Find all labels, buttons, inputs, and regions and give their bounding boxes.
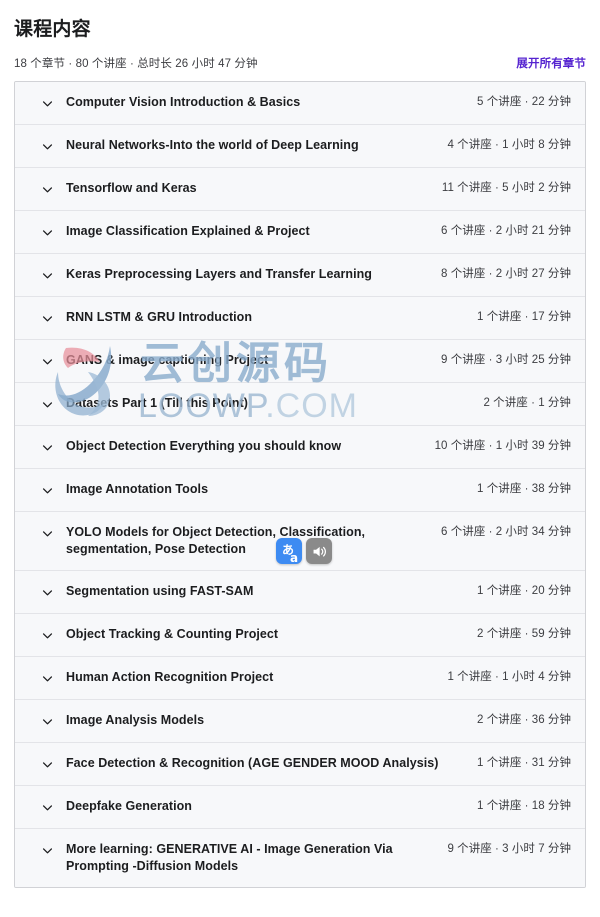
section-stats: 4 个讲座 · 1 小时 8 分钟 — [447, 139, 571, 151]
chevron-down-icon — [41, 138, 54, 154]
section-row[interactable]: Neural Networks-Into the world of Deep L… — [15, 125, 585, 168]
section-row[interactable]: Keras Preprocessing Layers and Transfer … — [15, 254, 585, 297]
section-title: Keras Preprocessing Layers and Transfer … — [66, 267, 372, 281]
section-title: Image Classification Explained & Project — [66, 224, 310, 238]
section-stats: 9 个讲座 · 3 小时 25 分钟 — [441, 354, 571, 366]
section-stats: 1 个讲座 · 17 分钟 — [477, 311, 571, 323]
section-stats: 9 个讲座 · 3 小时 7 分钟 — [447, 843, 571, 855]
chevron-down-icon — [41, 627, 54, 643]
chevron-down-icon — [41, 756, 54, 772]
section-title: More learning: GENERATIVE AI - Image Gen… — [66, 842, 393, 873]
section-stats: 6 个讲座 · 2 小时 21 分钟 — [441, 225, 571, 237]
section-stats: 2 个讲座 · 36 分钟 — [477, 714, 571, 726]
section-row[interactable]: Image Analysis Models 2 个讲座 · 36 分钟 — [15, 700, 585, 743]
section-title: Human Action Recognition Project — [66, 670, 274, 684]
chevron-down-icon — [41, 799, 54, 815]
chevron-down-icon — [41, 439, 54, 455]
section-row[interactable]: Segmentation using FAST-SAM 1 个讲座 · 20 分钟 — [15, 571, 585, 614]
section-stats: 2 个讲座 · 59 分钟 — [477, 628, 571, 640]
chevron-down-icon — [41, 181, 54, 197]
chevron-down-icon — [41, 95, 54, 111]
section-title: Deepfake Generation — [66, 799, 192, 813]
section-title: YOLO Models for Object Detection, Classi… — [66, 525, 366, 556]
chevron-down-icon — [41, 224, 54, 240]
section-row[interactable]: Computer Vision Introduction & Basics 5 个… — [15, 82, 585, 125]
chevron-down-icon — [41, 482, 54, 498]
section-title: Object Tracking & Counting Project — [66, 627, 279, 641]
chevron-down-icon — [41, 584, 54, 600]
section-stats: 1 个讲座 · 18 分钟 — [477, 800, 571, 812]
translate-icon-latin-glyph: a — [290, 551, 298, 565]
section-title: Datasets Part 1 (Till this Point) — [66, 396, 249, 410]
section-row[interactable]: Tensorflow and Keras 11 个讲座 · 5 小时 2 分钟 — [15, 168, 585, 211]
course-summary: 18 个章节 · 80 个讲座 · 总时长 26 小时 47 分钟 — [14, 58, 258, 70]
section-row[interactable]: GANS & image captioning Project 9 个讲座 · 3… — [15, 340, 585, 383]
section-title: Tensorflow and Keras — [66, 181, 197, 195]
chevron-down-icon — [41, 842, 54, 858]
section-row[interactable]: Image Annotation Tools 1 个讲座 · 38 分钟 — [15, 469, 585, 512]
section-row[interactable]: Datasets Part 1 (Till this Point) 2 个讲座 ·… — [15, 383, 585, 426]
section-title: Segmentation using FAST-SAM — [66, 584, 254, 598]
section-row[interactable]: Object Tracking & Counting Project 2 个讲座 … — [15, 614, 585, 657]
section-stats: 1 个讲座 · 20 分钟 — [477, 585, 571, 597]
floating-tool-buttons: あ a — [276, 538, 332, 565]
course-meta-row: 18 个章节 · 80 个讲座 · 总时长 26 小时 47 分钟 展开所有章节 — [14, 55, 586, 71]
section-stats: 1 个讲座 · 1 小时 4 分钟 — [447, 671, 571, 683]
section-row[interactable]: Deepfake Generation 1 个讲座 · 18 分钟 — [15, 786, 585, 829]
chevron-down-icon — [41, 670, 54, 686]
section-row[interactable]: More learning: GENERATIVE AI - Image Gen… — [15, 829, 585, 887]
sections-list: Computer Vision Introduction & Basics 5 个… — [14, 81, 586, 888]
section-title: Image Annotation Tools — [66, 482, 209, 496]
section-stats: 11 个讲座 · 5 小时 2 分钟 — [441, 182, 571, 194]
section-title: Object Detection Everything you should k… — [66, 439, 342, 453]
chevron-down-icon — [41, 310, 54, 326]
section-row[interactable]: Image Classification Explained & Project… — [15, 211, 585, 254]
chevron-down-icon — [41, 713, 54, 729]
chevron-down-icon — [41, 525, 54, 541]
section-title: Face Detection & Recognition (AGE GENDER… — [66, 756, 439, 770]
section-title: GANS & image captioning Project — [66, 353, 269, 367]
header: 课程内容 18 个章节 · 80 个讲座 · 总时长 26 小时 47 分钟 展… — [0, 0, 600, 71]
section-row[interactable]: Object Detection Everything you should k… — [15, 426, 585, 469]
section-row[interactable]: RNN LSTM & GRU Introduction 1 个讲座 · 17 分钟 — [15, 297, 585, 340]
chevron-down-icon — [41, 396, 54, 412]
section-stats: 10 个讲座 · 1 小时 39 分钟 — [434, 440, 571, 452]
section-stats: 2 个讲座 · 1 分钟 — [483, 397, 571, 409]
course-content-page: 课程内容 18 个章节 · 80 个讲座 · 总时长 26 小时 47 分钟 展… — [0, 0, 600, 917]
chevron-down-icon — [41, 267, 54, 283]
section-title: Computer Vision Introduction & Basics — [66, 95, 301, 109]
speak-button[interactable] — [306, 538, 332, 564]
section-stats: 5 个讲座 · 22 分钟 — [477, 96, 571, 108]
section-stats: 1 个讲座 · 38 分钟 — [477, 483, 571, 495]
section-row[interactable]: Face Detection & Recognition (AGE GENDER… — [15, 743, 585, 786]
section-row[interactable]: Human Action Recognition Project 1 个讲座 · … — [15, 657, 585, 700]
speaker-icon — [311, 543, 328, 560]
section-stats: 1 个讲座 · 31 分钟 — [477, 757, 571, 769]
page-title: 课程内容 — [14, 19, 91, 40]
section-title: Image Analysis Models — [66, 713, 205, 727]
translate-button[interactable]: あ a — [276, 538, 302, 565]
section-title: RNN LSTM & GRU Introduction — [66, 310, 253, 324]
section-stats: 8 个讲座 · 2 小时 27 分钟 — [441, 268, 571, 280]
chevron-down-icon — [41, 353, 54, 369]
expand-all-sections-link[interactable]: 展开所有章节 — [516, 55, 586, 71]
section-title: Neural Networks-Into the world of Deep L… — [66, 138, 359, 152]
section-stats: 6 个讲座 · 2 小时 34 分钟 — [441, 526, 571, 538]
